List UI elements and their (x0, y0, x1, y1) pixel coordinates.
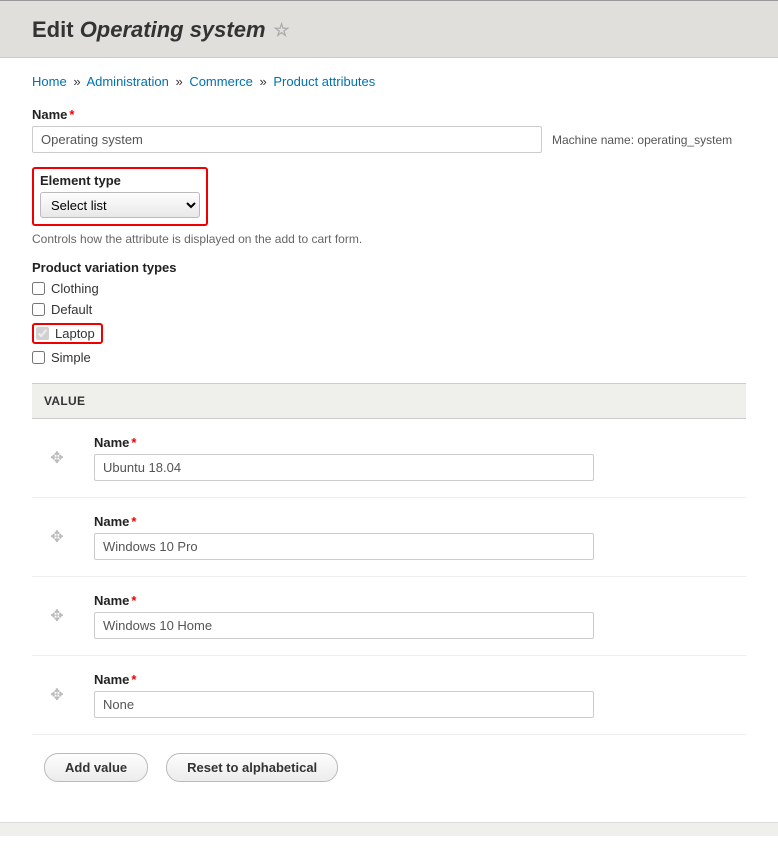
table-row: ✥ Name* (32, 577, 746, 656)
element-type-select[interactable]: Select list (40, 192, 200, 218)
breadcrumb-sep: » (175, 74, 182, 89)
value-name-label: Name* (94, 514, 734, 529)
variation-type-default[interactable]: Default (32, 302, 746, 317)
value-name-input[interactable] (94, 454, 594, 481)
element-type-label: Element type (40, 173, 200, 188)
variation-checkbox[interactable] (32, 303, 45, 316)
title-entity: Operating system (80, 17, 266, 42)
page-title: Edit Operating system ☆ (32, 17, 746, 43)
value-name-input[interactable] (94, 691, 594, 718)
breadcrumb-commerce[interactable]: Commerce (189, 74, 253, 89)
variation-label: Simple (51, 350, 91, 365)
variation-type-laptop[interactable]: Laptop (32, 323, 103, 344)
required-icon: * (131, 435, 136, 450)
table-row: ✥ Name* (32, 498, 746, 577)
variation-label: Clothing (51, 281, 99, 296)
title-prefix: Edit (32, 17, 74, 42)
footer-bar (0, 822, 778, 836)
required-icon: * (131, 514, 136, 529)
variation-types-label: Product variation types (32, 260, 746, 275)
favorite-star-icon[interactable]: ☆ (274, 20, 290, 41)
breadcrumb-sep: » (73, 74, 80, 89)
variation-checkbox[interactable] (32, 282, 45, 295)
breadcrumb-administration[interactable]: Administration (86, 74, 168, 89)
breadcrumb-home[interactable]: Home (32, 74, 67, 89)
page-titlebar: Edit Operating system ☆ (0, 0, 778, 58)
breadcrumb: Home » Administration » Commerce » Produ… (32, 74, 746, 89)
name-label: Name* (32, 107, 746, 122)
variation-checkbox[interactable] (36, 327, 49, 340)
reset-alphabetical-button[interactable]: Reset to alphabetical (166, 753, 338, 782)
drag-handle-icon[interactable]: ✥ (50, 450, 63, 467)
drag-handle-icon[interactable]: ✥ (50, 608, 63, 625)
variation-type-clothing[interactable]: Clothing (32, 281, 746, 296)
add-value-button[interactable]: Add value (44, 753, 148, 782)
element-type-description: Controls how the attribute is displayed … (32, 232, 746, 246)
value-name-label: Name* (94, 672, 734, 687)
required-icon: * (131, 672, 136, 687)
value-name-input[interactable] (94, 612, 594, 639)
value-name-label: Name* (94, 593, 734, 608)
required-icon: * (131, 593, 136, 608)
required-icon: * (69, 107, 74, 122)
variation-checkbox[interactable] (32, 351, 45, 364)
drag-handle-icon[interactable]: ✥ (50, 687, 63, 704)
values-table: VALUE ✥ Name* ✥ Name* ✥ Name* ✥ Name* (32, 383, 746, 735)
variation-types-list: Clothing Default Laptop Simple (32, 281, 746, 365)
variation-type-simple[interactable]: Simple (32, 350, 746, 365)
drag-handle-icon[interactable]: ✥ (50, 529, 63, 546)
variation-label: Default (51, 302, 92, 317)
values-header: VALUE (32, 384, 746, 419)
name-input[interactable] (32, 126, 542, 153)
element-type-highlight: Element type Select list (32, 167, 208, 226)
table-row: ✥ Name* (32, 656, 746, 735)
breadcrumb-product-attributes[interactable]: Product attributes (273, 74, 375, 89)
machine-name-display: Machine name: operating_system (552, 133, 732, 147)
breadcrumb-sep: » (260, 74, 267, 89)
variation-label: Laptop (55, 326, 95, 341)
value-name-input[interactable] (94, 533, 594, 560)
table-row: ✥ Name* (32, 419, 746, 498)
value-name-label: Name* (94, 435, 734, 450)
